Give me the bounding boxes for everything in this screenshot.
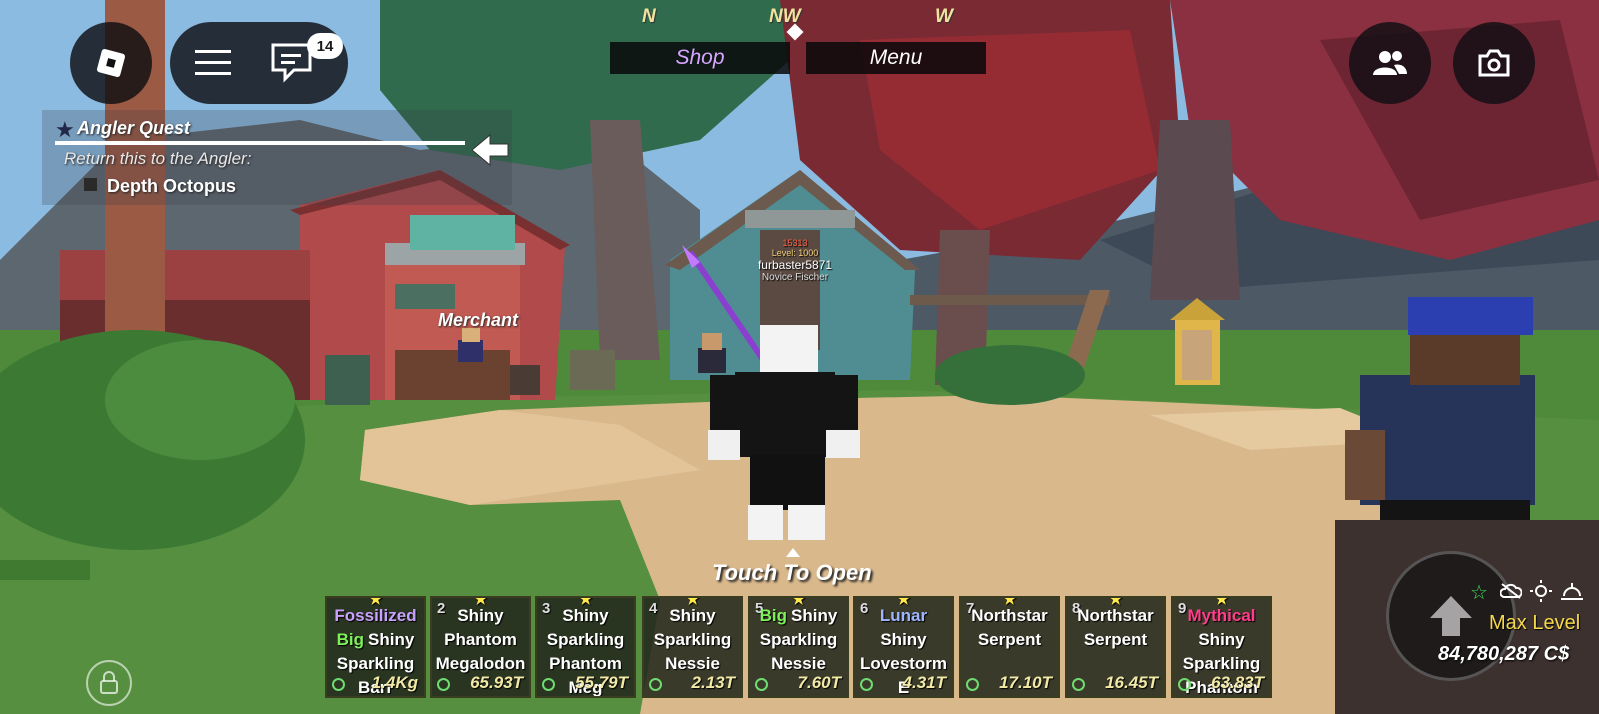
shop-button[interactable]: Shop (610, 42, 790, 74)
star-outline-icon: ☆ (1470, 582, 1488, 604)
slot-ring-icon (437, 678, 450, 691)
slot-name-word: Shiny (562, 606, 609, 625)
menu-button[interactable]: Menu (806, 42, 986, 74)
hamburger-menu-button[interactable] (192, 42, 234, 84)
slot-value: 65.93T (470, 673, 523, 692)
slot-fish-name: Shiny Sparkling Nessie (644, 604, 741, 676)
slot-name-word: Northstar (971, 606, 1048, 625)
hamburger-icon (195, 50, 231, 75)
slot-name-word: Megalodon (435, 654, 526, 673)
checkbox-icon (84, 178, 97, 191)
hotbar-slot-6[interactable]: ★ 6 Lunar Shiny Lovestorm E 4.31T (853, 596, 954, 698)
slot-name-word: Sparkling (546, 630, 625, 649)
slot-fish-name: Big Shiny Sparkling Nessie (750, 604, 847, 676)
slot-name-word: Nessie (665, 654, 720, 673)
chat-badge: 14 (307, 33, 343, 59)
compass-n: N (642, 6, 656, 27)
slot-name-word: Shiny (669, 606, 716, 625)
hotbar-slot-4[interactable]: ★ 4 Shiny Sparkling Nessie 2.13T (642, 596, 743, 698)
hotbar-slot-2[interactable]: ★ 2 Shiny Phantom Megalodon 65.93T (430, 596, 531, 698)
player-top-number: 15313 (782, 238, 808, 248)
currency-amount: 84,780,287 C$ (1438, 643, 1570, 665)
slot-name-word: Northstar (1077, 606, 1154, 625)
hotbar-slot-8[interactable]: ★ 8 Northstar Serpent 16.45T (1065, 596, 1166, 698)
hotbar-slot-3[interactable]: ★ 3 Shiny Sparkling Phantom Meg 55.79T (535, 596, 636, 698)
arrow-up-icon (1430, 596, 1472, 636)
slot-name-word: Shiny (791, 606, 838, 625)
slot-name-word: Nessie (771, 654, 826, 673)
slot-ring-icon (1178, 678, 1191, 691)
people-icon (1373, 51, 1407, 75)
slot-value: 17.10T (999, 673, 1052, 692)
hotbar-slot-1[interactable]: ★ Fossilized Big Shiny Sparkling Barr 1.4Kg (325, 596, 426, 698)
slot-name-word: Phantom (549, 654, 622, 673)
slot-value: 4.31T (902, 673, 946, 692)
quest-divider (55, 141, 465, 145)
players-button[interactable] (1349, 22, 1431, 104)
slot-name-word: Mythical (1187, 606, 1256, 625)
slot-name-word: Big (759, 606, 788, 625)
slot-value: 16.45T (1105, 673, 1158, 692)
prompt-caret-icon (786, 548, 800, 557)
camera-icon (1478, 49, 1510, 77)
slot-name-word: Serpent (1083, 630, 1148, 649)
slot-value: 55.79T (575, 673, 628, 692)
merchant-label: Merchant (438, 310, 519, 330)
slot-name-word: Big (336, 630, 365, 649)
player-username: furbaster5871 (757, 258, 833, 272)
roblox-logo-icon (96, 48, 126, 78)
slot-name-word: Fossilized (334, 606, 417, 625)
player-nametag: 15313 Level: 1000 furbaster5871 Novice F… (740, 238, 850, 283)
roblox-menu-button[interactable] (70, 22, 152, 104)
player-level: Level: 1000 (771, 248, 819, 258)
shift-lock-button[interactable] (86, 660, 132, 706)
slot-value: 7.60T (797, 673, 841, 692)
cloud-off-icon (1499, 583, 1523, 599)
quest-title: Angler Quest (77, 118, 191, 138)
slot-name-word: Sparkling (336, 654, 415, 673)
slot-name-word: Sparkling (759, 630, 838, 649)
hotbar-slot-7[interactable]: ★ 7 Northstar Serpent 17.10T (959, 596, 1060, 698)
touch-to-open-prompt[interactable]: Touch To Open (712, 560, 872, 586)
slot-value: 63.83T (1211, 673, 1264, 692)
lock-icon (100, 671, 118, 694)
quest-collapse-arrow[interactable] (470, 133, 510, 172)
slot-name-word: Sparkling (1182, 654, 1261, 673)
quest-subtitle: Return this to the Angler: (64, 149, 252, 168)
slot-fish-name: Northstar Serpent (1067, 604, 1164, 652)
slot-name-word: Shiny (368, 630, 415, 649)
compass-w: W (935, 6, 953, 27)
slot-name-word: Sparkling (653, 630, 732, 649)
hotbar-slot-5[interactable]: ★ 5 Big Shiny Sparkling Nessie 7.60T (748, 596, 849, 698)
screenshot-button[interactable] (1453, 22, 1535, 104)
slot-name-word: Shiny (457, 606, 504, 625)
slot-name-word: Lovestorm (860, 654, 947, 673)
slot-name-word: Shiny (880, 630, 927, 649)
sunrise-icon (1560, 582, 1584, 602)
slot-value: 1.4Kg (371, 673, 418, 692)
slot-ring-icon (649, 678, 662, 691)
slot-ring-icon (755, 678, 768, 691)
slot-name-word: Serpent (977, 630, 1042, 649)
slot-fish-name: Shiny Phantom Megalodon (432, 604, 529, 676)
slot-ring-icon (860, 678, 873, 691)
slot-name-word: Phantom (444, 630, 517, 649)
slot-value: 2.13T (691, 673, 735, 692)
arrow-left-icon (471, 133, 509, 167)
quest-item: Depth Octopus (107, 176, 236, 196)
slot-ring-icon (1072, 678, 1085, 691)
slot-name-word: Shiny (1198, 630, 1245, 649)
slot-ring-icon (542, 678, 555, 691)
star-icon: ★ (55, 117, 75, 142)
sun-icon (1530, 580, 1552, 602)
player-title: Novice Fischer (761, 272, 829, 283)
slot-name-word: Lunar (879, 606, 928, 625)
level-status: Max Level (1489, 612, 1581, 634)
slot-ring-icon (966, 678, 979, 691)
slot-ring-icon (332, 678, 345, 691)
slot-fish-name: Northstar Serpent (961, 604, 1058, 652)
hotbar-slot-9[interactable]: ★9MythicalShinySparklingPhantomMeg63.83T (1171, 596, 1272, 698)
